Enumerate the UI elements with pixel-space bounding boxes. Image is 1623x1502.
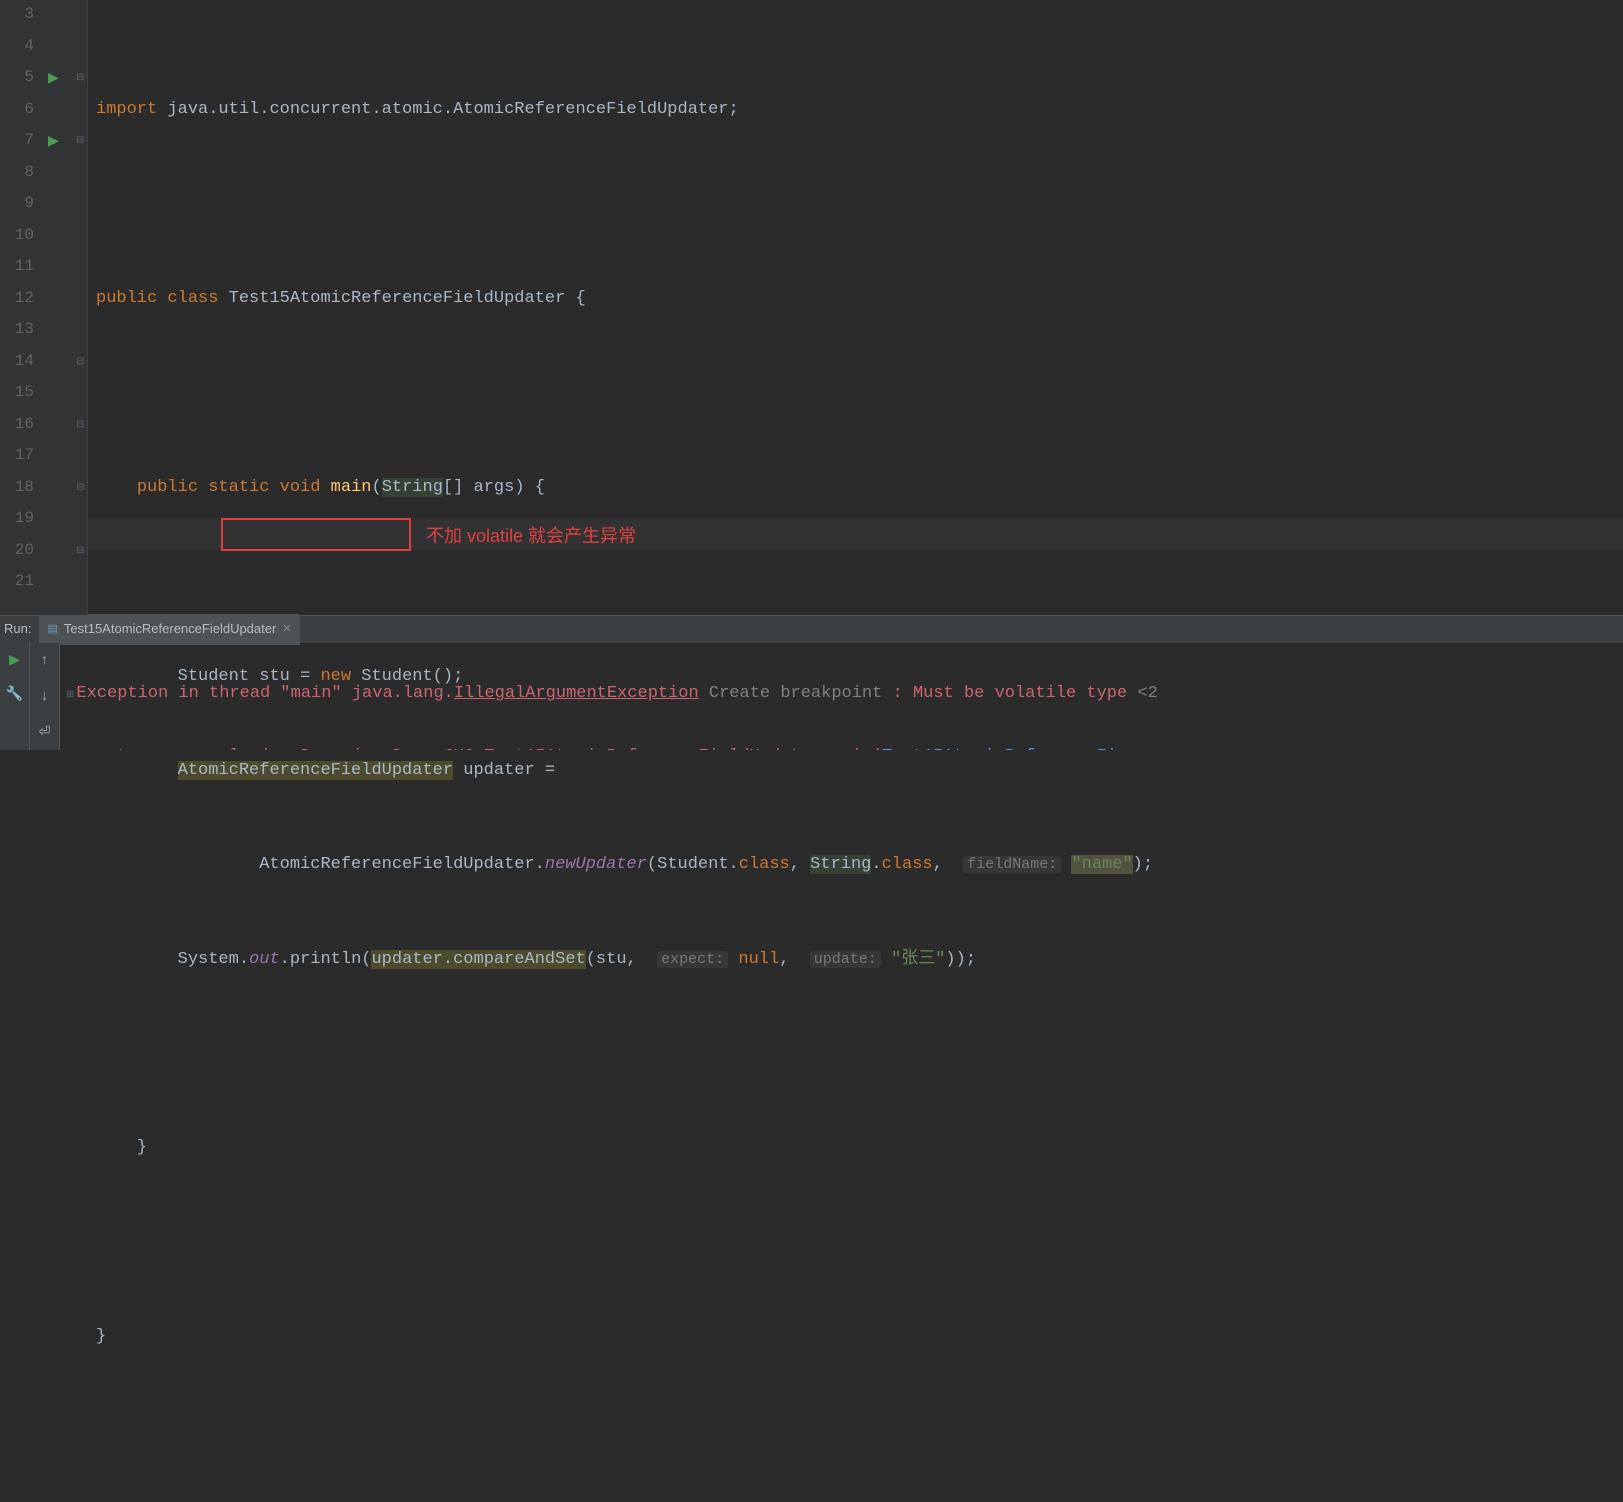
line-number-gutter: 3 4 5 6 7 8 9 10 11 12 13 14 15 16 17 18… — [0, 0, 42, 615]
fold-open-icon[interactable]: ⊟ — [76, 480, 84, 499]
type-highlight: String — [382, 478, 443, 497]
line-number: 11 — [0, 252, 34, 284]
arrow-up-icon[interactable]: ↑ — [40, 649, 48, 675]
keyword: static — [208, 478, 269, 497]
method-highlight: updater.compareAndSet — [371, 950, 585, 969]
import-path: java.util.concurrent.atomic.AtomicRefere… — [167, 100, 738, 119]
gutter-icons: ▶ ▶ — [42, 0, 74, 615]
code-editor[interactable]: 3 4 5 6 7 8 9 10 11 12 13 14 15 16 17 18… — [0, 0, 1623, 615]
type-highlight: AtomicReferenceFieldUpdater — [178, 761, 453, 780]
param-hint: expect: — [657, 951, 728, 968]
current-line-highlight — [88, 519, 1623, 550]
param-hint: fieldName: — [963, 856, 1061, 873]
keyword: void — [280, 478, 321, 497]
fold-open-icon[interactable]: ⊟ — [76, 70, 84, 89]
code-area[interactable]: import java.util.concurrent.atomic.Atomi… — [88, 0, 1623, 615]
keyword: new — [320, 667, 351, 686]
line-number: 14 — [0, 347, 34, 379]
code-text: AtomicReferenceFieldUpdater. — [259, 855, 545, 874]
keyword-import: import — [96, 100, 157, 119]
line-number: 13 — [0, 315, 34, 347]
paren: ( — [371, 478, 381, 497]
expand-icon[interactable]: ⊞ — [66, 690, 74, 701]
line-number: 17 — [0, 441, 34, 473]
run-toolbar-primary: ▶ 🔧 — [0, 643, 30, 750]
fold-open-icon[interactable]: ⊟ — [76, 133, 84, 152]
application-icon: ▤ — [47, 619, 57, 639]
line-number: 20 — [0, 536, 34, 568]
code-text: } — [96, 1132, 1623, 1164]
annotation-text: 不加 volatile 就会产生异常 — [426, 520, 636, 553]
line-number: 21 — [0, 567, 34, 599]
run-toolbar-secondary: ↑ ↓ ⏎ — [30, 643, 60, 750]
code-text: Student stu = — [178, 667, 321, 686]
keyword: null — [738, 950, 779, 969]
param-hint: update: — [810, 951, 881, 968]
line-number: 4 — [0, 32, 34, 64]
soft-wrap-icon[interactable]: ⏎ — [39, 721, 51, 747]
run-gutter-icon[interactable]: ▶ — [48, 67, 59, 93]
fold-close-icon[interactable]: ⊟ — [76, 417, 84, 436]
static-field: out — [249, 950, 280, 969]
code-text: [] args) { — [443, 478, 545, 497]
code-text: } — [96, 1321, 1623, 1353]
line-number: 18 — [0, 473, 34, 505]
line-number: 15 — [0, 378, 34, 410]
wrench-icon[interactable]: 🔧 — [6, 683, 23, 709]
keyword: class — [739, 855, 790, 874]
line-number: 12 — [0, 284, 34, 316]
line-number: 7 — [0, 126, 34, 158]
arrow-down-icon[interactable]: ↓ — [40, 685, 48, 711]
line-number: 8 — [0, 158, 34, 190]
keyword: public — [96, 289, 157, 308]
run-label: Run: — [4, 617, 31, 641]
keyword: class — [167, 289, 218, 308]
line-number: 19 — [0, 504, 34, 536]
line-number: 5 — [0, 63, 34, 95]
fold-column: ⊟ ⊟ ⊟ ⊟ ⊟ ⊟ — [74, 0, 88, 615]
string-literal: "name" — [1071, 855, 1132, 874]
class-name: Test15AtomicReferenceFieldUpdater — [229, 289, 566, 308]
static-method: newUpdater — [545, 855, 647, 874]
keyword: public — [137, 478, 198, 497]
code-text: .println( — [280, 950, 372, 969]
annotation-box — [221, 518, 411, 551]
fold-close-icon[interactable]: ⊟ — [76, 543, 84, 562]
code-text: updater = — [453, 761, 555, 780]
line-number: 3 — [0, 0, 34, 32]
string-literal: "张三" — [891, 950, 945, 969]
line-number: 6 — [0, 95, 34, 127]
fold-close-icon[interactable]: ⊟ — [76, 354, 84, 373]
method-name: main — [331, 478, 372, 497]
run-gutter-icon[interactable]: ▶ — [48, 130, 59, 156]
line-number: 10 — [0, 221, 34, 253]
brace: { — [576, 289, 586, 308]
code-text: Student(); — [351, 667, 463, 686]
line-number: 9 — [0, 189, 34, 221]
line-number: 16 — [0, 410, 34, 442]
type-highlight: String — [810, 855, 871, 874]
code-text: (Student. — [647, 855, 739, 874]
rerun-icon[interactable]: ▶ — [9, 649, 20, 675]
keyword: class — [882, 855, 933, 874]
code-text: System. — [178, 950, 249, 969]
